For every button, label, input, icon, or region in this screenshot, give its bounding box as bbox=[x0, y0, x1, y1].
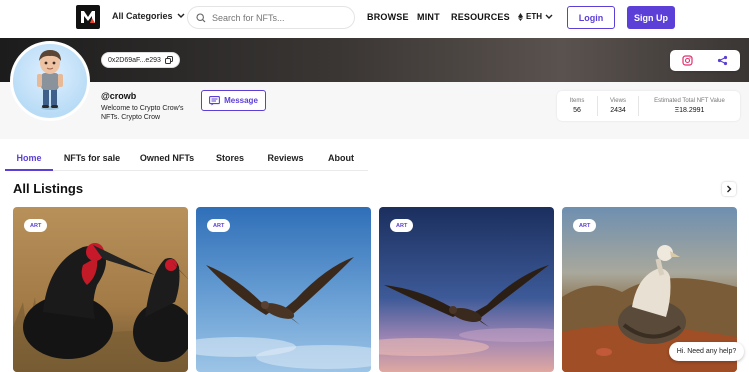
listing-card[interactable]: ART bbox=[196, 207, 371, 372]
profile-username: @crowb bbox=[101, 91, 137, 101]
stat-views: Views 2434 bbox=[598, 91, 638, 121]
help-chat-bubble[interactable]: Hi. Need any help? bbox=[669, 342, 744, 361]
category-tag: ART bbox=[24, 219, 48, 232]
stat-label: Estimated Total NFT Value bbox=[654, 98, 725, 104]
logo-icon[interactable] bbox=[76, 5, 100, 29]
tab-home[interactable]: Home bbox=[5, 146, 53, 171]
tab-stores[interactable]: Stores bbox=[203, 146, 257, 171]
login-button[interactable]: Login bbox=[567, 6, 615, 29]
top-nav: All Categories BROWSE MINT RESOURCES ETH… bbox=[0, 0, 749, 36]
nav-link-mint[interactable]: MINT bbox=[417, 12, 440, 22]
instagram-icon[interactable] bbox=[682, 55, 693, 66]
profile-stats: Items 56 Views 2434 Estimated Total NFT … bbox=[557, 91, 740, 121]
carousel-next-button[interactable] bbox=[722, 182, 736, 196]
chevron-right-icon bbox=[727, 185, 732, 193]
stat-label: Views bbox=[610, 98, 626, 104]
stat-value: 2434 bbox=[610, 107, 626, 114]
listing-card[interactable]: ART bbox=[379, 207, 554, 372]
category-tag: ART bbox=[390, 219, 414, 232]
search-bar[interactable] bbox=[187, 6, 355, 29]
profile-bio: Welcome to Crypto Crow's NFTs. Crypto Cr… bbox=[101, 105, 184, 121]
message-icon bbox=[209, 95, 221, 105]
profile-tabs: Home NFTs for sale Owned NFTs Stores Rev… bbox=[5, 146, 368, 171]
copy-icon[interactable] bbox=[164, 56, 173, 64]
stat-total-value: Estimated Total NFT Value Ξ18.2991 bbox=[639, 91, 740, 121]
signup-button[interactable]: Sign Up bbox=[627, 6, 675, 29]
section-title: All Listings bbox=[13, 181, 84, 196]
message-label: Message bbox=[224, 96, 258, 105]
nav-link-resources[interactable]: RESOURCES bbox=[451, 12, 510, 22]
tab-reviews[interactable]: Reviews bbox=[257, 146, 314, 171]
stat-label: Items bbox=[569, 98, 585, 104]
page: All Categories BROWSE MINT RESOURCES ETH… bbox=[0, 0, 749, 372]
wallet-address: 0x2D69aF...e293 bbox=[108, 56, 161, 64]
message-button[interactable]: Message bbox=[201, 90, 266, 111]
stat-value: 56 bbox=[573, 107, 581, 114]
wallet-address-chip[interactable]: 0x2D69aF...e293 bbox=[101, 52, 180, 68]
tab-about[interactable]: About bbox=[314, 146, 368, 171]
avatar bbox=[10, 41, 90, 121]
chevron-down-icon bbox=[545, 14, 553, 19]
search-icon bbox=[196, 12, 206, 22]
chevron-down-icon bbox=[177, 13, 185, 18]
tab-nfts-for-sale[interactable]: NFTs for sale bbox=[53, 146, 131, 171]
categories-dropdown[interactable]: All Categories bbox=[112, 11, 185, 21]
search-input[interactable] bbox=[212, 12, 342, 23]
stat-value: Ξ18.2991 bbox=[674, 107, 705, 114]
eth-icon bbox=[518, 12, 523, 21]
listing-card[interactable]: ART bbox=[13, 207, 188, 372]
tab-owned-nfts[interactable]: Owned NFTs bbox=[131, 146, 203, 171]
share-icon[interactable] bbox=[717, 55, 728, 66]
category-tag: ART bbox=[573, 219, 597, 232]
category-tag: ART bbox=[207, 219, 231, 232]
stat-items: Items 56 bbox=[557, 91, 597, 121]
currency-label: ETH bbox=[526, 12, 542, 21]
nav-link-browse[interactable]: BROWSE bbox=[367, 12, 409, 22]
categories-label: All Categories bbox=[112, 11, 173, 21]
currency-selector[interactable]: ETH bbox=[518, 12, 553, 21]
social-links bbox=[670, 50, 740, 71]
